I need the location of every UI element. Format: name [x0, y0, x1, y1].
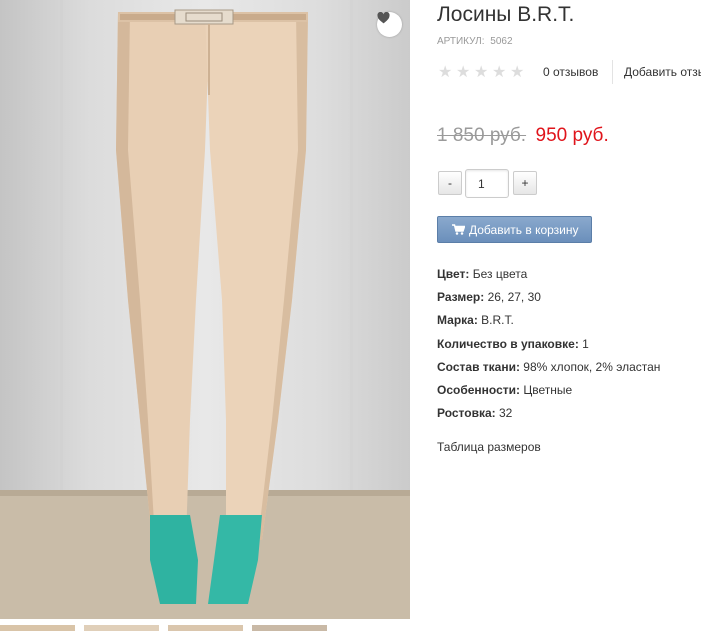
rating-row: ★★★★★ 0 отзывов Добавить отзыв — [437, 60, 701, 84]
attribute-value: Цветные — [523, 382, 573, 397]
attribute-value: 32 — [499, 406, 513, 421]
attribute-pack-quantity: Количество в упаковке: 1 — [437, 337, 660, 360]
sku-label: АРТИКУЛ: — [437, 36, 485, 47]
cart-icon — [452, 224, 465, 235]
sku: АРТИКУЛ: 5062 — [437, 36, 513, 47]
attribute-size: Размер: 26, 27, 30 — [437, 290, 660, 313]
rating-stars[interactable]: ★ ★ ★ ★ ★ — [438, 62, 528, 81]
add-review-link[interactable]: Добавить отзыв — [624, 65, 701, 79]
attribute-label: Состав ткани: — [437, 359, 520, 374]
attribute-value: 1 — [582, 336, 589, 351]
product-title: Лосины B.R.T. — [437, 3, 575, 26]
attribute-label: Цвет: — [437, 267, 470, 281]
attribute-features: Особенности: Цветные — [437, 383, 660, 406]
star-icon: ★ — [474, 64, 489, 81]
add-to-cart-button[interactable]: Добавить в корзину — [437, 216, 592, 243]
star-icon: ★ — [456, 64, 471, 81]
quantity-increase-button[interactable]: + — [513, 171, 537, 195]
thumbnail-1[interactable] — [0, 625, 75, 631]
product-photo[interactable] — [0, 0, 410, 619]
attribute-value: 26, 27, 30 — [487, 290, 541, 305]
attribute-label: Марка: — [437, 313, 478, 328]
thumbnail-2[interactable] — [84, 625, 159, 631]
attribute-label: Размер: — [437, 290, 485, 305]
quantity-decrease-button[interactable]: - — [438, 171, 462, 195]
sku-value: 5062 — [490, 36, 513, 47]
size-table-link[interactable]: Таблица размеров — [437, 440, 541, 454]
thumbnail-4[interactable] — [252, 625, 327, 631]
thumbnail-strip — [0, 625, 410, 631]
star-icon: ★ — [510, 64, 525, 81]
attribute-list: Цвет: Без цвета Размер: 26, 27, 30 Марка… — [437, 267, 660, 429]
product-image-drawing — [0, 0, 410, 619]
star-icon: ★ — [492, 64, 507, 81]
thumbnail-3[interactable] — [168, 625, 243, 631]
old-price: 1 850 руб. — [437, 125, 527, 146]
attribute-brand: Марка: B.R.T. — [437, 313, 660, 336]
attribute-value: B.R.T. — [481, 313, 514, 328]
attribute-value: 98% хлопок, 2% эластан — [523, 359, 661, 374]
star-icon: ★ — [438, 64, 453, 81]
attribute-label: Количество в упаковке: — [437, 336, 579, 351]
new-price: 950 руб. — [535, 125, 609, 146]
attribute-height: Ростовка: 32 — [437, 406, 660, 429]
product-details: Лосины B.R.T. АРТИКУЛ: 5062 ★ ★ ★ ★ ★ 0 отзы… — [437, 0, 701, 631]
price-block: 1 850 руб. 950 руб. — [437, 125, 609, 147]
attribute-value: Без цвета — [472, 267, 528, 281]
divider — [612, 60, 613, 84]
add-to-cart-label: Добавить в корзину — [469, 222, 579, 237]
attribute-label: Особенности: — [437, 382, 521, 397]
quantity-input[interactable] — [465, 169, 509, 198]
favorite-button[interactable] — [377, 12, 402, 37]
attribute-fabric: Состав ткани: 98% хлопок, 2% эластан — [437, 360, 660, 383]
reviews-count-link[interactable]: 0 отзывов — [543, 65, 598, 79]
attribute-label: Ростовка: — [437, 406, 496, 421]
attribute-color: Цвет: Без цвета — [437, 267, 660, 290]
